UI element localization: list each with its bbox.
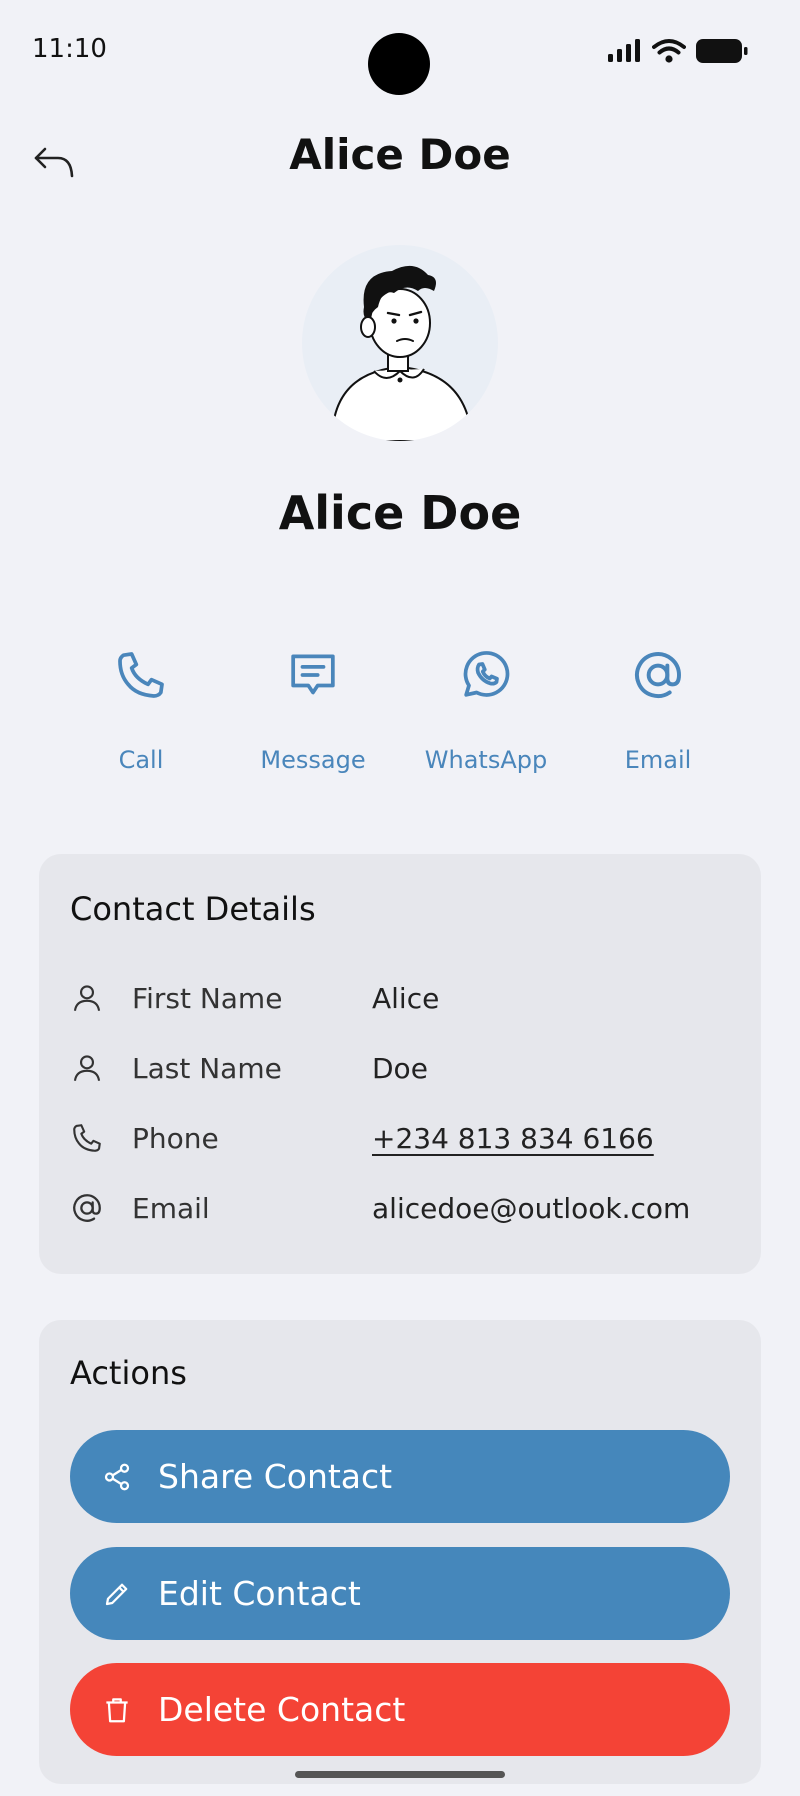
phone-value-link[interactable]: +234 813 834 6166 (372, 1122, 654, 1155)
at-icon (635, 652, 681, 698)
message-label: Message (260, 746, 366, 774)
edit-contact-button[interactable]: Edit Contact (70, 1547, 730, 1640)
whatsapp-action[interactable]: WhatsApp (400, 640, 572, 774)
page-title: Alice Doe (289, 130, 511, 179)
battery-icon (696, 39, 748, 63)
home-indicator[interactable] (295, 1771, 505, 1778)
message-icon (291, 654, 335, 695)
email-label: Email (624, 746, 692, 774)
detail-row-phone: Phone +234 813 834 6166 (70, 1116, 741, 1160)
share-contact-label: Share Contact (158, 1457, 393, 1496)
delete-contact-button[interactable]: Delete Contact (70, 1663, 730, 1756)
edit-contact-label: Edit Contact (158, 1574, 361, 1613)
whatsapp-label: WhatsApp (424, 746, 548, 774)
first-name-label: First Name (132, 981, 283, 1015)
person-icon (73, 1055, 101, 1081)
email-label: Email (132, 1191, 210, 1225)
wifi-icon (652, 39, 686, 63)
last-name-label: Last Name (132, 1051, 282, 1085)
signal-icon (608, 39, 640, 62)
whatsapp-icon (463, 651, 510, 697)
pencil-icon (105, 1583, 128, 1605)
person-icon (73, 985, 101, 1011)
status-icons (608, 38, 748, 64)
phone-icon (73, 1124, 101, 1152)
call-action[interactable]: Call (55, 640, 227, 774)
detail-row-last-name: Last Name Doe (70, 1046, 741, 1090)
camera-cutout (368, 33, 430, 95)
delete-contact-label: Delete Contact (158, 1690, 406, 1729)
share-contact-button[interactable]: Share Contact (70, 1430, 730, 1523)
actions-card: Actions Share Contact Edit Contact Delet… (39, 1320, 761, 1784)
detail-row-email: Email alicedoe@outlook.com (70, 1186, 741, 1230)
contact-name: Alice Doe (278, 486, 522, 540)
detail-row-first-name: First Name Alice (70, 976, 741, 1020)
last-name-value: Doe (372, 1051, 428, 1085)
contact-details-card: Contact Details First Name Alice Last Na… (39, 854, 761, 1274)
status-time: 11:10 (32, 34, 107, 64)
phone-label: Phone (132, 1121, 219, 1155)
trash-icon (106, 1697, 128, 1722)
at-icon (73, 1194, 101, 1222)
share-icon (104, 1463, 130, 1490)
message-action[interactable]: Message (227, 640, 399, 774)
contact-details-title: Contact Details (70, 890, 316, 928)
avatar (302, 245, 498, 441)
actions-title: Actions (70, 1354, 187, 1392)
email-value: alicedoe@outlook.com (372, 1191, 691, 1225)
phone-icon (118, 652, 164, 698)
call-label: Call (118, 746, 164, 774)
email-action[interactable]: Email (572, 640, 744, 774)
first-name-value: Alice (372, 981, 440, 1015)
avatar-illustration-icon (330, 265, 474, 441)
